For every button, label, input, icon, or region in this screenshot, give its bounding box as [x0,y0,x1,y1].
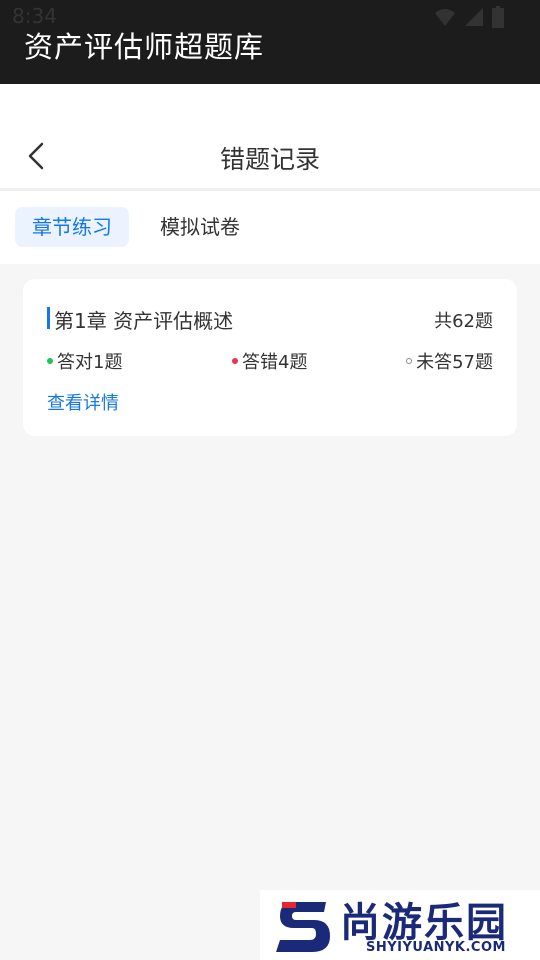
tab-chapter-practice[interactable]: 章节练习 [15,207,129,247]
chapter-accent-bar [47,307,50,329]
app-title: 资产评估师超题库 [24,30,265,64]
page-title: 错题记录 [219,145,320,174]
stat-wrong: 答错4题 [232,348,307,374]
wrong-dot-icon [232,358,238,364]
watermark-url: SHYIYUANYK.COM [366,940,506,955]
correct-dot-icon [47,358,53,364]
view-details-link[interactable]: 查看详情 [47,389,119,415]
stat-correct-label: 答对1题 [57,352,123,373]
stat-correct: 答对1题 [47,348,122,374]
app-title-bar: 8:34 资产评估师超题库 [0,0,540,84]
watermark-logo: 尚游乐园 SHYIYUANYK.COM [260,890,540,960]
status-icons [434,6,504,28]
signal-icon [465,8,483,26]
question-total: 共62题 [434,311,493,332]
page-header: 错题记录 [0,84,540,190]
wifi-icon [435,9,455,26]
tab-mock-exam[interactable]: 模拟试卷 [146,207,254,247]
unanswered-dot-icon [406,358,413,364]
stat-unanswered: 未答57题 [406,348,493,374]
logo-s-icon [276,902,330,952]
tab-bar: 章节练习 模拟试卷 [0,191,540,264]
stat-unanswered-label: 未答57题 [416,352,493,373]
stat-wrong-label: 答错4题 [242,352,308,373]
chapter-card: 第1章 资产评估概述 共62题 答对1题 答错4题 未答57题 查看详情 [23,279,517,436]
battery-icon [492,6,504,28]
chapter-title: 第1章 资产评估概述 [54,309,234,333]
